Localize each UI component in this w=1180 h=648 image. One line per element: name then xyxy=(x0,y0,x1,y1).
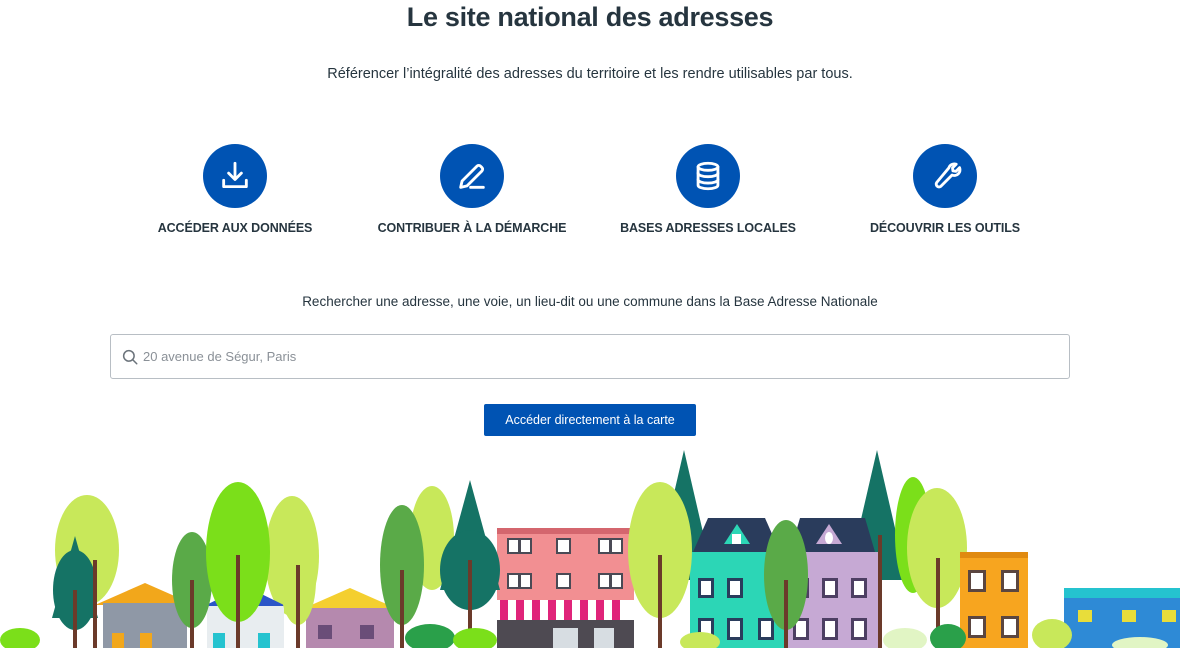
database-icon xyxy=(676,144,740,208)
pencil-icon xyxy=(440,144,504,208)
building-orange xyxy=(960,552,1028,648)
wrench-icon xyxy=(913,144,977,208)
map-button[interactable]: Accéder directement à la carte xyxy=(484,404,696,436)
card-decouvrir-outils[interactable]: DÉCOUVRIR LES OUTILS xyxy=(845,144,1045,235)
download-icon xyxy=(203,144,267,208)
card-acceder-donnees[interactable]: ACCÉDER AUX DONNÉES xyxy=(135,144,335,235)
search-help-text: Rechercher une adresse, une voie, un lie… xyxy=(302,294,878,309)
search-box[interactable] xyxy=(110,334,1070,379)
card-label: ACCÉDER AUX DONNÉES xyxy=(157,221,313,235)
page-title: Le site national des adresses xyxy=(406,2,774,32)
search-input[interactable] xyxy=(143,335,1069,378)
town-illustration xyxy=(0,450,1180,648)
search-icon xyxy=(121,348,139,366)
card-bases-adresses-locales[interactable]: BASES ADRESSES LOCALES xyxy=(608,144,808,235)
page-subtitle: Référencer l’intégralité des adresses du… xyxy=(327,66,853,82)
building-pink xyxy=(497,528,634,648)
card-label: CONTRIBUER À LA DÉMARCHE xyxy=(377,221,567,235)
card-contribuer[interactable]: CONTRIBUER À LA DÉMARCHE xyxy=(372,144,572,235)
card-label: BASES ADRESSES LOCALES xyxy=(620,221,796,235)
card-label: DÉCOUVRIR LES OUTILS xyxy=(869,221,1021,235)
